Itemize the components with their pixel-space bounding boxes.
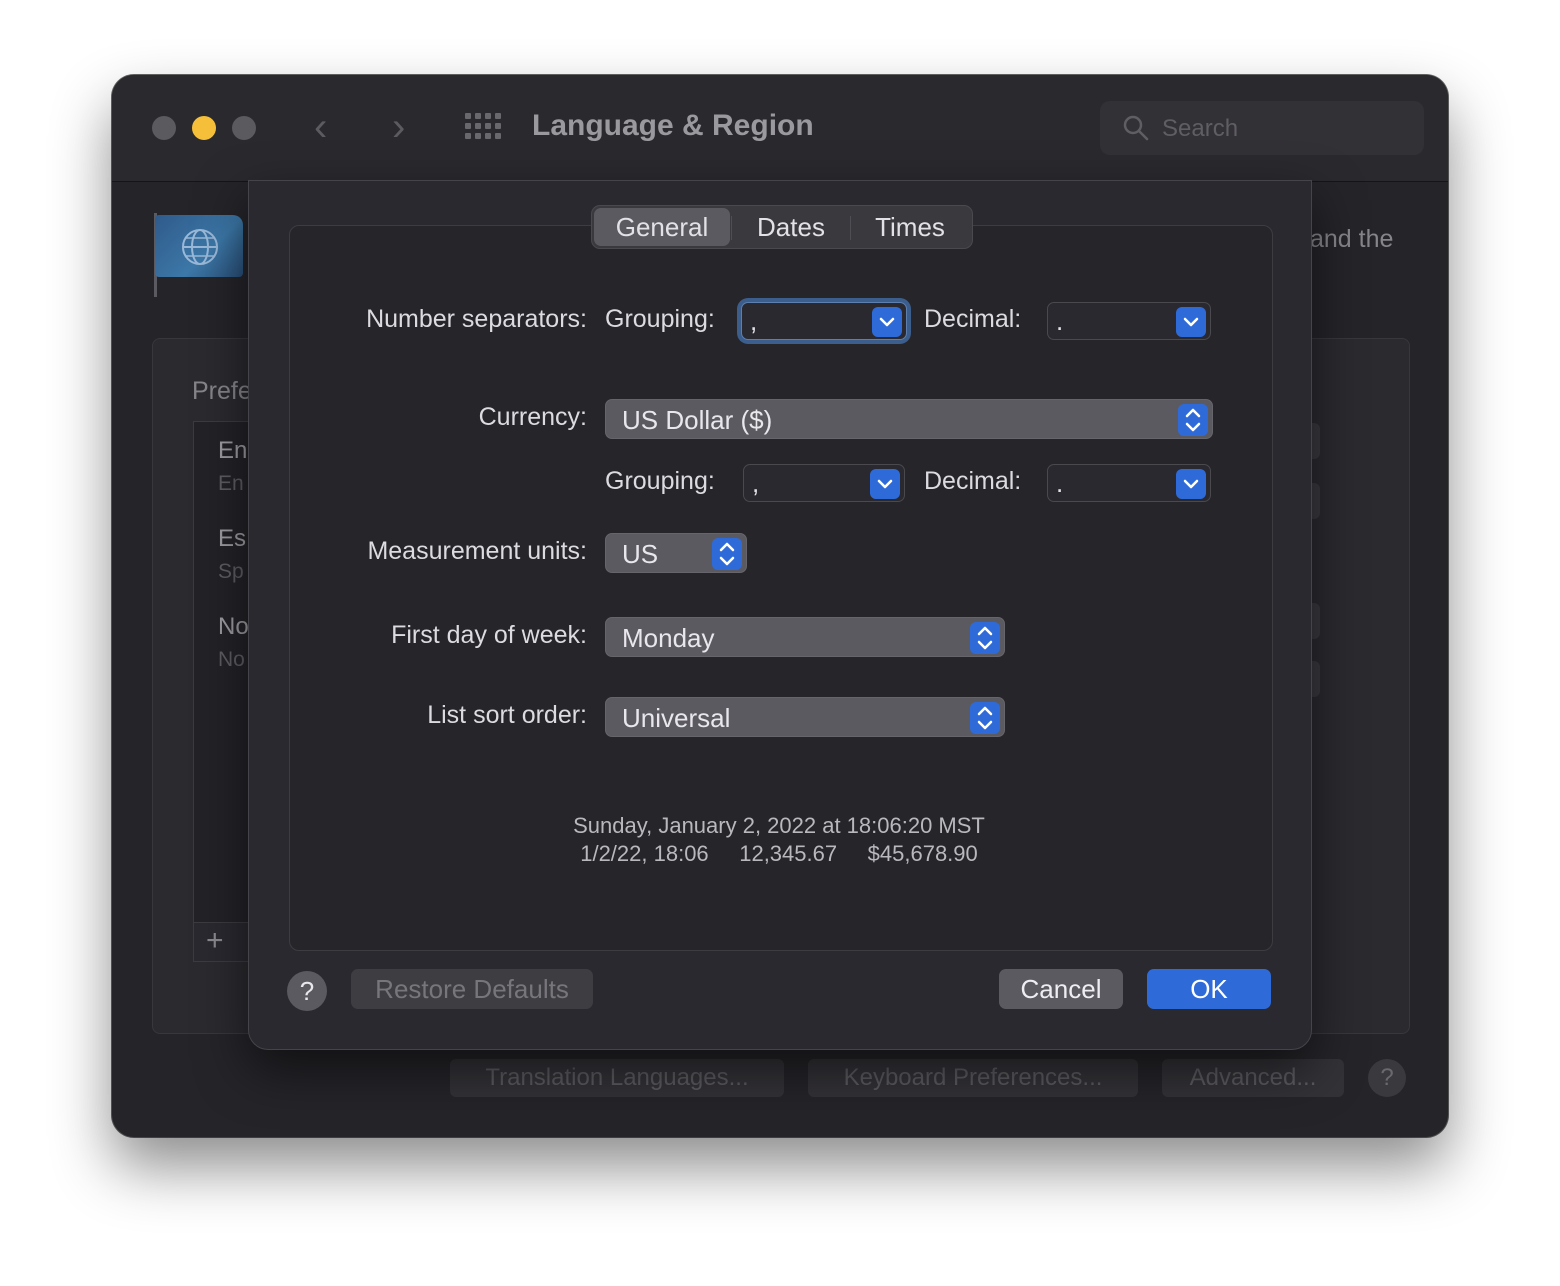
sample-numbers-line: 1/2/22, 18:06 12,345.67 $45,678.90 <box>580 841 978 866</box>
currency-decimal-value: . <box>1056 468 1064 498</box>
language-item-1-subtitle: En <box>218 472 244 495</box>
list-sort-order-select[interactable]: Universal <box>605 697 1005 737</box>
currency-grouping-value: , <box>752 468 760 498</box>
back-chevron-icon[interactable]: ‹ <box>314 105 327 149</box>
search-field[interactable]: Search <box>1100 101 1424 155</box>
tab-times[interactable]: Times <box>850 206 970 248</box>
advanced-sheet: General Dates Times Number separators: G… <box>248 180 1312 1050</box>
up-down-chevron-icon <box>970 702 1000 734</box>
number-separators-label: Number separators: <box>366 305 587 333</box>
language-item-3-subtitle: No <box>218 648 245 671</box>
chevron-down-icon <box>1176 469 1206 499</box>
language-item-3-name[interactable]: No <box>218 613 249 641</box>
background-help-button[interactable]: ? <box>1368 1059 1406 1097</box>
close-button[interactable] <box>152 116 176 140</box>
currency-grouping-popup[interactable]: , <box>743 464 905 502</box>
forward-chevron-icon[interactable]: › <box>392 105 405 149</box>
language-item-2-name[interactable]: Es <box>218 525 246 553</box>
search-icon <box>1123 115 1149 141</box>
language-list[interactable] <box>193 421 255 923</box>
number-grouping-value: , <box>750 306 758 336</box>
currency-decimal-label: Decimal: <box>924 467 1022 495</box>
globe-icon <box>182 229 218 265</box>
currency-value: US Dollar ($) <box>622 405 773 435</box>
list-sort-order-label: List sort order: <box>427 701 587 729</box>
language-item-1-name[interactable]: En <box>218 437 247 465</box>
cancel-button[interactable]: Cancel <box>999 969 1123 1009</box>
number-grouping-popup[interactable]: , <box>741 302 907 340</box>
tab-general[interactable]: General <box>594 208 730 246</box>
preferred-languages-label: Prefe <box>192 377 252 405</box>
number-decimal-popup[interactable]: . <box>1047 302 1211 340</box>
keyboard-preferences-button[interactable]: Keyboard Preferences... <box>808 1059 1138 1097</box>
chevron-down-icon <box>870 469 900 499</box>
up-down-chevron-icon <box>970 622 1000 654</box>
window-title: Language & Region <box>532 109 814 142</box>
measurement-units-value: US <box>622 539 659 569</box>
first-day-of-week-select[interactable]: Monday <box>605 617 1005 657</box>
tab-bar: General Dates Times <box>591 205 973 249</box>
language-item-2-subtitle: Sp <box>218 560 244 583</box>
add-language-button[interactable]: + <box>206 923 224 959</box>
chevron-down-icon <box>1176 307 1206 337</box>
measurement-units-label: Measurement units: <box>367 537 587 565</box>
ok-button[interactable]: OK <box>1147 969 1271 1009</box>
first-day-of-week-label: First day of week: <box>391 621 587 649</box>
currency-grouping-label: Grouping: <box>605 467 715 495</box>
restore-defaults-button[interactable]: Restore Defaults <box>351 969 593 1009</box>
currency-select[interactable]: US Dollar ($) <box>605 399 1213 439</box>
help-button[interactable]: ? <box>287 971 327 1011</box>
currency-label: Currency: <box>478 403 587 431</box>
zoom-button[interactable] <box>232 116 256 140</box>
tab-dates[interactable]: Dates <box>732 206 850 248</box>
show-all-grid-icon[interactable] <box>465 113 503 141</box>
advanced-button[interactable]: Advanced... <box>1162 1059 1344 1097</box>
search-placeholder: Search <box>1162 115 1239 142</box>
sample-date-line: Sunday, January 2, 2022 at 18:06:20 MST <box>573 813 985 838</box>
title-bar: ‹ › Language & Region Search <box>112 75 1448 182</box>
minimize-button[interactable] <box>192 116 216 140</box>
number-decimal-label: Decimal: <box>924 305 1022 333</box>
language-list-footer: + <box>193 922 255 962</box>
list-sort-order-value: Universal <box>622 703 731 733</box>
number-decimal-value: . <box>1056 306 1064 336</box>
header-description-partial: and the <box>1310 225 1394 253</box>
measurement-units-select[interactable]: US <box>605 533 747 573</box>
up-down-chevron-icon <box>1178 404 1208 436</box>
translation-languages-button[interactable]: Translation Languages... <box>450 1059 784 1097</box>
currency-decimal-popup[interactable]: . <box>1047 464 1211 502</box>
first-day-of-week-value: Monday <box>622 623 715 653</box>
preferences-window: ‹ › Language & Region Search and the Pre… <box>112 75 1448 1137</box>
number-grouping-label: Grouping: <box>605 305 715 333</box>
chevron-down-icon <box>872 307 902 337</box>
up-down-chevron-icon <box>712 538 742 570</box>
